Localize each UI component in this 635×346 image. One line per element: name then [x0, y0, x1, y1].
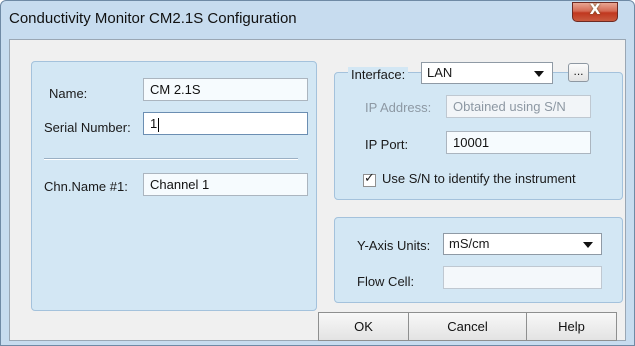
y-axis-units-select[interactable]: mS/cm [443, 233, 602, 255]
chevron-down-icon [583, 242, 593, 248]
name-field[interactable]: CM 2.1S [143, 78, 308, 101]
serial-number-label: Serial Number: [44, 120, 131, 135]
ok-button[interactable]: OK [318, 312, 409, 341]
ip-port-field[interactable]: 10001 [446, 131, 591, 154]
device-panel: Name: CM 2.1S Serial Number: 1 Chn.Name … [31, 61, 317, 311]
close-icon: X [589, 2, 601, 18]
use-sn-label: Use S/N to identify the instrument [382, 171, 576, 186]
cancel-button[interactable]: Cancel [408, 312, 527, 341]
help-button[interactable]: Help [526, 312, 617, 341]
y-axis-units-selected: mS/cm [449, 236, 490, 251]
flow-cell-field[interactable] [443, 266, 602, 289]
close-button[interactable]: X [572, 2, 618, 22]
ip-address-label: IP Address: [365, 100, 432, 115]
text-caret [158, 117, 160, 132]
chevron-down-icon [534, 71, 544, 77]
checkmark-icon: ✓ [364, 171, 375, 186]
interface-label: Interface: [348, 67, 409, 82]
section-divider [44, 158, 298, 160]
serial-number-field[interactable]: 1 [143, 112, 308, 135]
use-sn-checkbox[interactable]: ✓ [363, 171, 376, 187]
axis-panel: Y-Axis Units: mS/cm Flow Cell: [334, 217, 623, 303]
interface-panel: Interface: LAN ... IP Address: Obtained … [334, 62, 623, 200]
interface-settings-button[interactable]: ... [568, 63, 589, 82]
ip-port-label: IP Port: [365, 137, 409, 152]
interface-select[interactable]: LAN [421, 62, 553, 84]
name-label: Name: [49, 86, 88, 101]
ip-address-field[interactable]: Obtained using S/N [446, 95, 591, 118]
channel-name-field[interactable]: Channel 1 [143, 173, 308, 196]
dialog-title: Conductivity Monitor CM2.1S Configuratio… [9, 10, 297, 27]
config-dialog: Conductivity Monitor CM2.1S Configuratio… [0, 0, 635, 346]
y-axis-units-label: Y-Axis Units: [357, 238, 431, 253]
title-bar: Conductivity Monitor CM2.1S Configuratio… [1, 1, 634, 39]
flow-cell-label: Flow Cell: [357, 274, 415, 289]
serial-number-value: 1 [150, 116, 158, 131]
interface-selected: LAN [427, 65, 453, 80]
channel-name-label: Chn.Name #1: [44, 179, 128, 194]
